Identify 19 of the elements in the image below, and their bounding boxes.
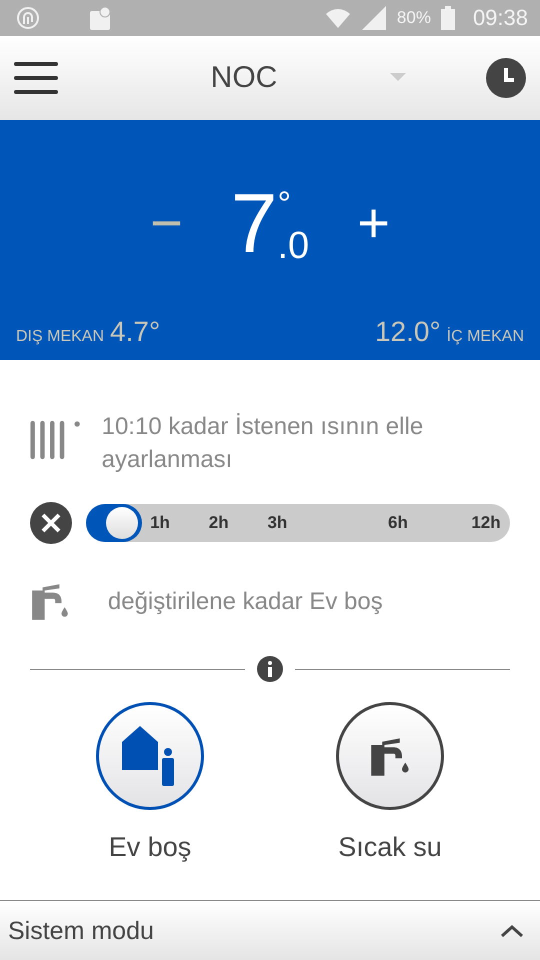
clock-time: 09:38 bbox=[472, 5, 528, 31]
duration-slider[interactable]: 1h 2h 3h 6h 12h bbox=[86, 504, 510, 542]
indoor-temperature: 12.0° bbox=[374, 316, 441, 348]
degree-sign: ° bbox=[278, 187, 292, 221]
setpoint-decimal: .0 bbox=[278, 227, 310, 265]
indoor-label: İÇ MEKAN bbox=[446, 328, 524, 346]
slider-tick-label: 2h bbox=[208, 513, 229, 533]
slider-tick-label: 12h bbox=[471, 513, 501, 533]
increase-button[interactable]: + bbox=[349, 195, 398, 251]
battery-level: 80% bbox=[396, 8, 431, 28]
outdoor-temperature: 4.7° bbox=[110, 316, 160, 348]
heating-status-text: 10:10 kadar İstenen ısının elle ayarlanması bbox=[102, 412, 424, 475]
slider-tick-label: 3h bbox=[267, 513, 288, 533]
water-status-text: değiştirilene kadar Ev boş bbox=[108, 586, 383, 616]
outdoor-label: DIŞ MEKAN bbox=[16, 328, 104, 346]
slider-tick-label: 1h bbox=[150, 513, 170, 533]
zone-title[interactable]: NOC bbox=[58, 61, 390, 95]
slider-tick-label: 6h bbox=[388, 513, 408, 533]
setpoint-value: 7 bbox=[230, 181, 278, 265]
